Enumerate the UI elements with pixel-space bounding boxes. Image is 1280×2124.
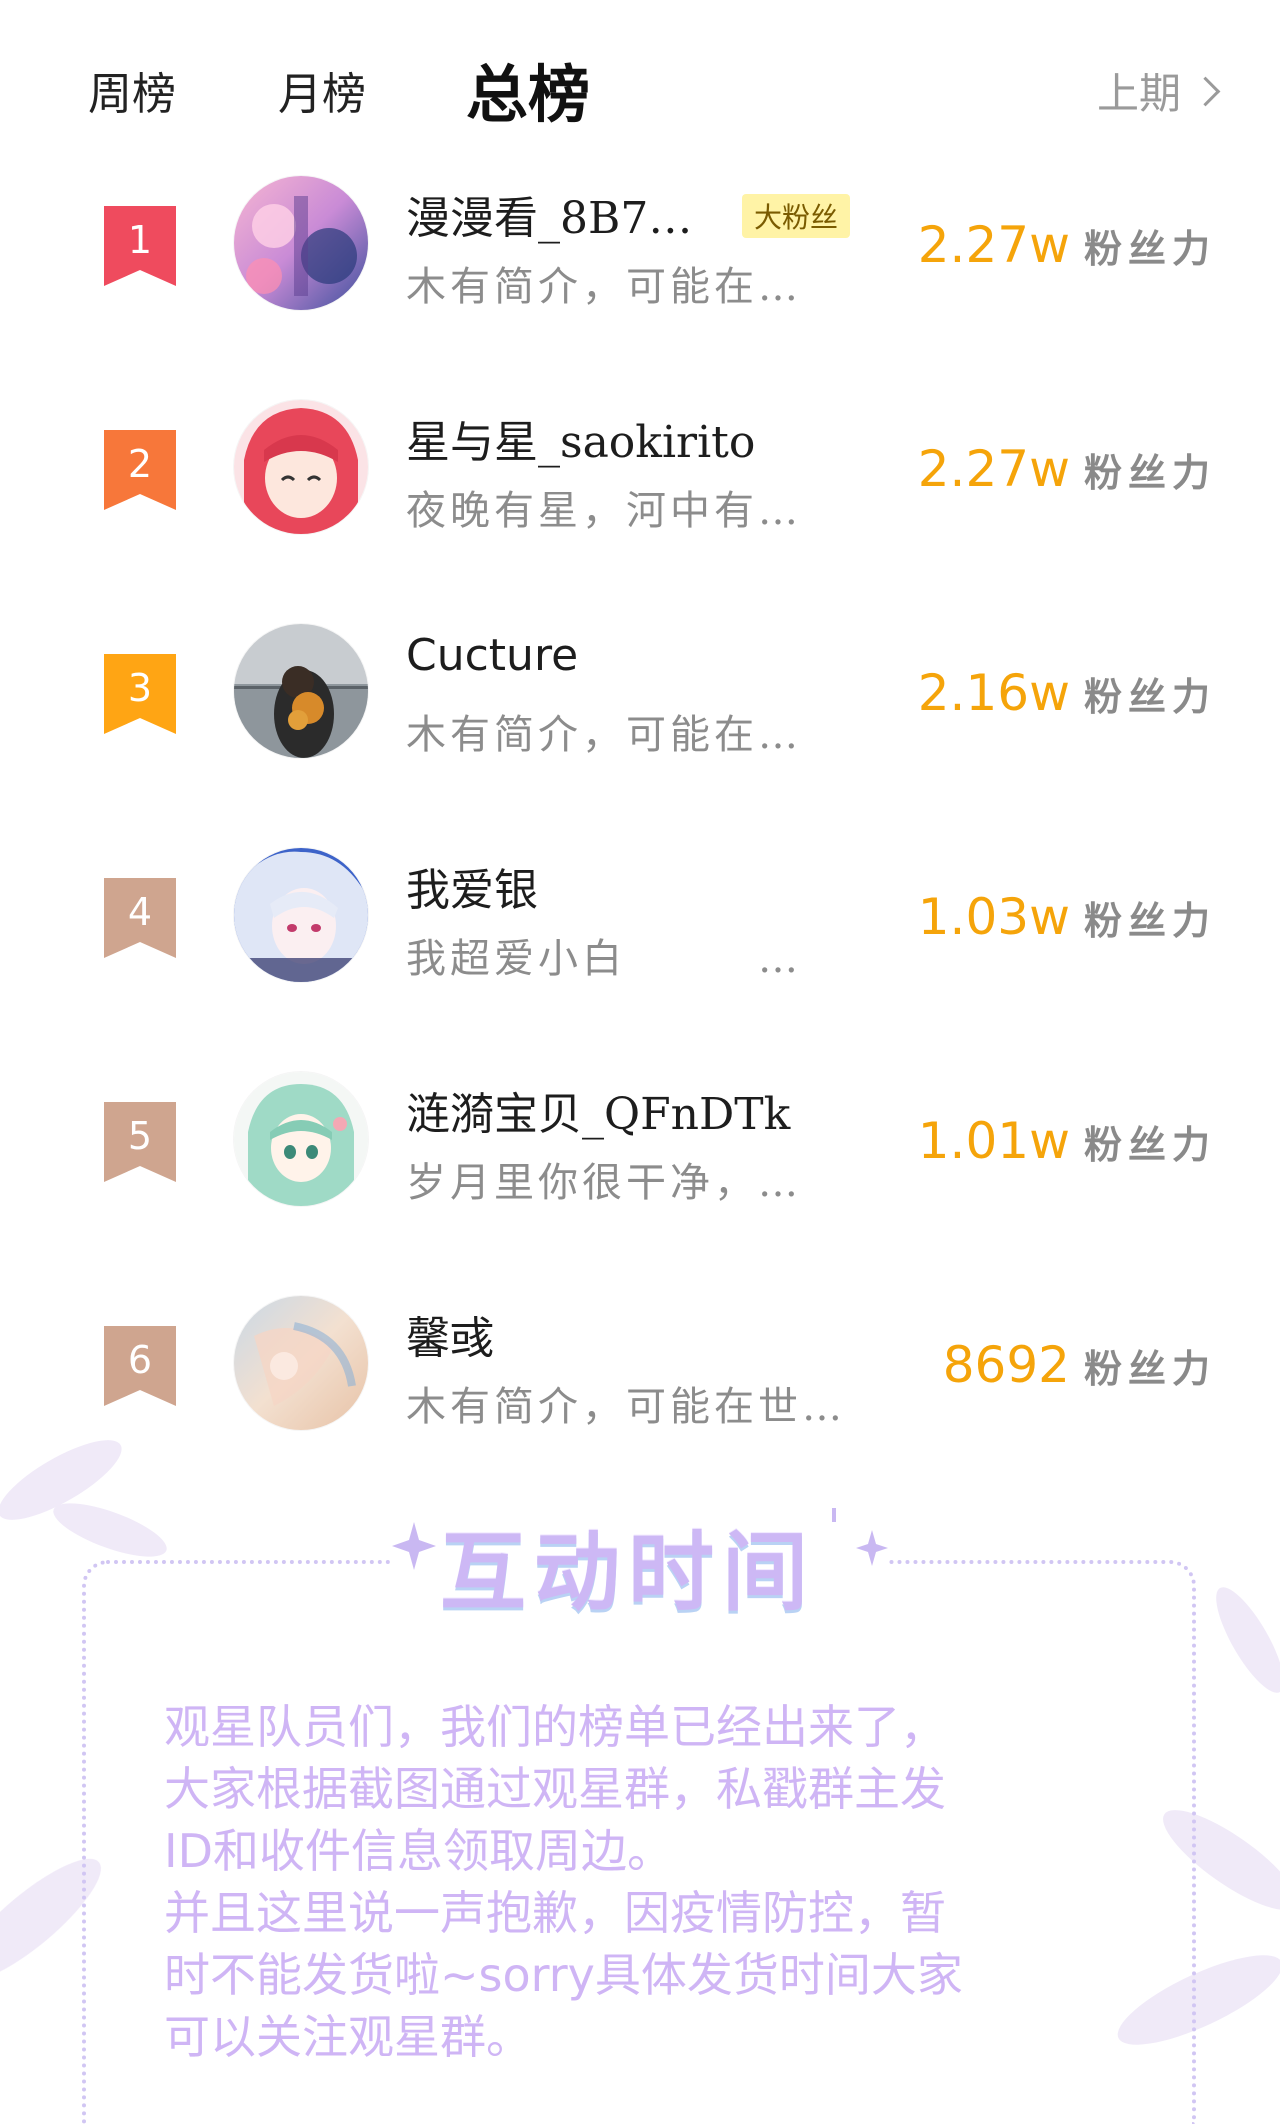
ranking-row[interactable]: 3 Cucture 木有简介，可能在… 2.16w 粉丝力 — [0, 598, 1280, 822]
avatar[interactable] — [234, 1296, 368, 1430]
score-unit: 粉丝力 — [1083, 450, 1216, 495]
message-line: 大家根据截图通过观星群，私戳群主发 — [164, 1762, 946, 1816]
avatar[interactable] — [234, 176, 368, 310]
ranking-row[interactable]: 4 我爱银 我超爱小白 … 1.03w 粉丝力 — [0, 822, 1280, 1046]
user-name: 馨彧 — [406, 1313, 494, 1364]
avatar[interactable] — [234, 400, 368, 534]
rank-badge: 5 — [104, 1102, 176, 1182]
ranking-row[interactable]: 2 星与星_saokirito 夜晚有星，河中有… 2.27w 粉丝力 — [0, 374, 1280, 598]
avatar[interactable] — [234, 624, 368, 758]
previous-period-label: 上期 — [1096, 69, 1181, 118]
user-name: 涟漪宝贝_QFnDTk — [406, 1089, 791, 1140]
score-unit: 粉丝力 — [1083, 226, 1216, 271]
fan-power-score: 1.01w 粉丝力 — [918, 1112, 1216, 1170]
ranking-row[interactable]: 1 漫漫看_8B7… 大粉丝 木有简介，可能在… 2.27w 粉丝力 — [0, 150, 1280, 374]
user-bio: 木有简介，可能在… — [406, 712, 802, 758]
tab-total[interactable]: 总榜 — [466, 44, 590, 134]
message-line: 可以关注观星群。 — [164, 2010, 532, 2064]
fan-power-score: 2.16w 粉丝力 — [918, 664, 1216, 722]
previous-period-button[interactable]: 上期 — [1096, 60, 1221, 121]
big-fan-tag: 大粉丝 — [742, 194, 851, 238]
avatar[interactable] — [234, 848, 368, 982]
fan-power-score: 1.03w 粉丝力 — [918, 888, 1216, 946]
ranking-tabs: 周榜 月榜 总榜 上期 — [0, 40, 1280, 131]
ranking-row[interactable]: 5 涟漪宝贝_QFnDTk 岁月里你很干净，… 1.01w 粉丝力 — [0, 1046, 1280, 1270]
rank-badge: 1 — [104, 206, 176, 286]
fan-power-score: 2.27w 粉丝力 — [918, 216, 1216, 274]
score-unit: 粉丝力 — [1083, 1122, 1216, 1167]
score-unit: 粉丝力 — [1083, 674, 1216, 719]
message-line: 观星队员们，我们的榜单已经出来了， — [164, 1700, 946, 1754]
score-value: 2.16w — [917, 664, 1070, 722]
rank-badge: 2 — [104, 430, 176, 510]
score-value: 2.27w — [917, 216, 1070, 274]
rank-badge: 6 — [104, 1326, 176, 1406]
interaction-title: 互动时间 — [440, 1523, 816, 1623]
score-value: 1.03w — [917, 888, 1070, 946]
score-value: 8692 — [942, 1336, 1070, 1394]
user-name: 星与星_saokirito — [406, 417, 756, 468]
tab-month[interactable]: 月榜 — [278, 58, 366, 122]
score-value: 2.27w — [917, 440, 1070, 498]
user-name: Cucture — [406, 630, 579, 681]
message-line: ID和收件信息领取周边。 — [164, 1824, 673, 1878]
message-line: 并且这里说一声抱歉，因疫情防控，暂 — [164, 1886, 946, 1940]
user-name: 我爱银 — [406, 865, 538, 916]
tab-week[interactable]: 周榜 — [88, 58, 176, 122]
user-bio: 岁月里你很干净，… — [406, 1160, 802, 1206]
message-line: 时不能发货啦~sorry具体发货时间大家 — [164, 1948, 963, 2002]
interaction-title-area: 互动时间 — [392, 1500, 888, 1623]
score-unit: 粉丝力 — [1083, 898, 1216, 943]
rank-badge: 3 — [104, 654, 176, 734]
chevron-right-icon — [1190, 76, 1221, 107]
fan-power-score: 2.27w 粉丝力 — [918, 440, 1216, 498]
user-bio: 我超爱小白 … — [406, 936, 802, 982]
user-bio: 木有简介，可能在… — [406, 264, 802, 310]
interaction-message: 观星队员们，我们的榜单已经出来了， 大家根据截图通过观星群，私戳群主发 ID和收… — [164, 1696, 1124, 2068]
user-bio: 夜晚有星，河中有… — [406, 488, 802, 534]
avatar[interactable] — [234, 1072, 368, 1206]
score-value: 1.01w — [917, 1112, 1070, 1170]
user-name: 漫漫看_8B7… — [406, 193, 693, 244]
rank-badge: 4 — [104, 878, 176, 958]
score-unit: 粉丝力 — [1083, 1346, 1216, 1391]
fan-power-score: 8692 粉丝力 — [943, 1336, 1216, 1394]
user-bio: 木有简介，可能在世… — [406, 1384, 846, 1430]
